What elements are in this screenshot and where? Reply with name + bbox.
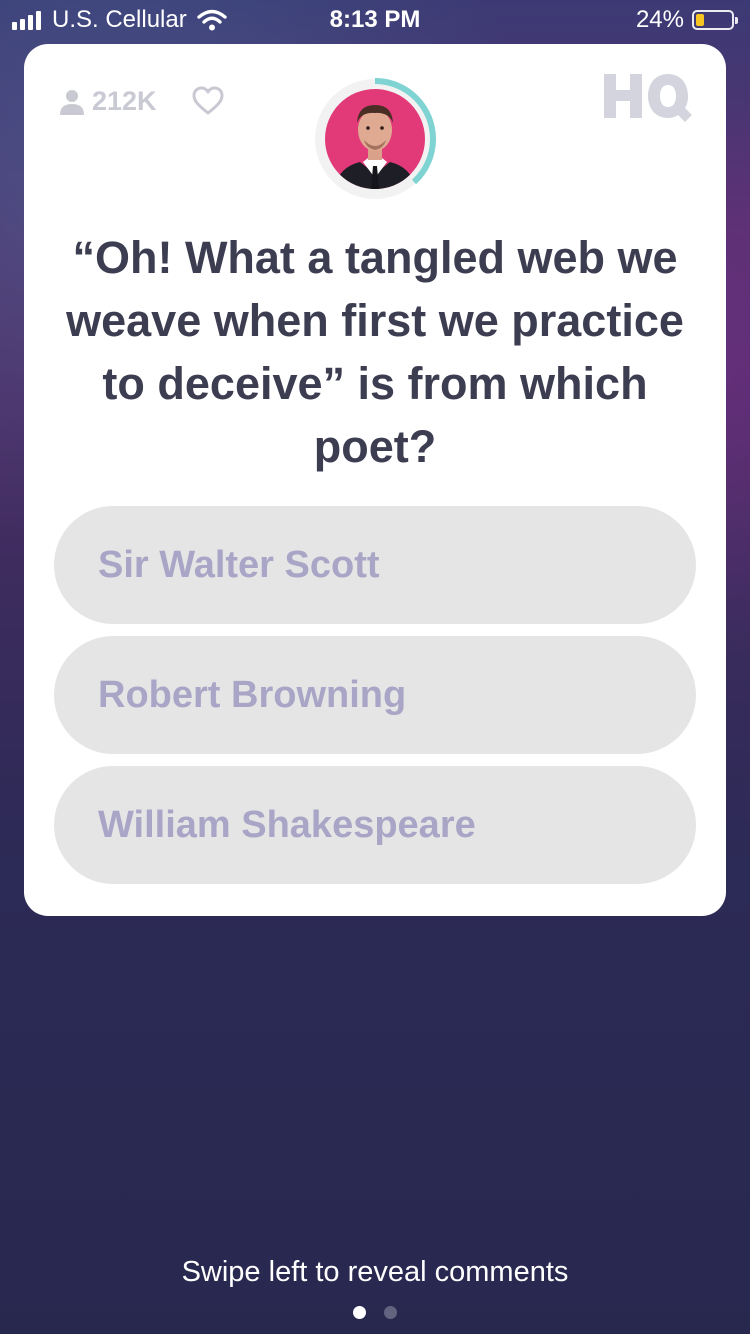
hq-logo (604, 74, 692, 122)
page-dot-1[interactable] (353, 1306, 366, 1319)
answer-option-1[interactable]: Sir Walter Scott (54, 506, 696, 624)
battery-icon (692, 10, 738, 30)
question-card: 212K “Oh! What a tangled web we weave wh… (24, 44, 726, 916)
answer-option-2[interactable]: Robert Browning (54, 636, 696, 754)
viewer-count: 212K (60, 86, 157, 117)
page-indicator[interactable] (0, 1306, 750, 1319)
question-text: “Oh! What a tangled web we weave when fi… (66, 232, 684, 472)
status-bar-right: 24% (635, 6, 738, 34)
battery-fill (696, 14, 704, 26)
host-avatar (315, 78, 436, 199)
answer-option-3[interactable]: William Shakespeare (54, 766, 696, 884)
person-icon (60, 89, 84, 115)
viewer-count-label: 212K (92, 86, 157, 116)
battery-percent: 24% (635, 6, 684, 33)
status-bar: U.S. Cellular 8:13 PM 24% (0, 0, 750, 40)
swipe-hint: Swipe left to reveal comments (181, 1256, 569, 1288)
page-dot-2[interactable] (384, 1306, 397, 1319)
heart-icon[interactable] (192, 86, 224, 116)
